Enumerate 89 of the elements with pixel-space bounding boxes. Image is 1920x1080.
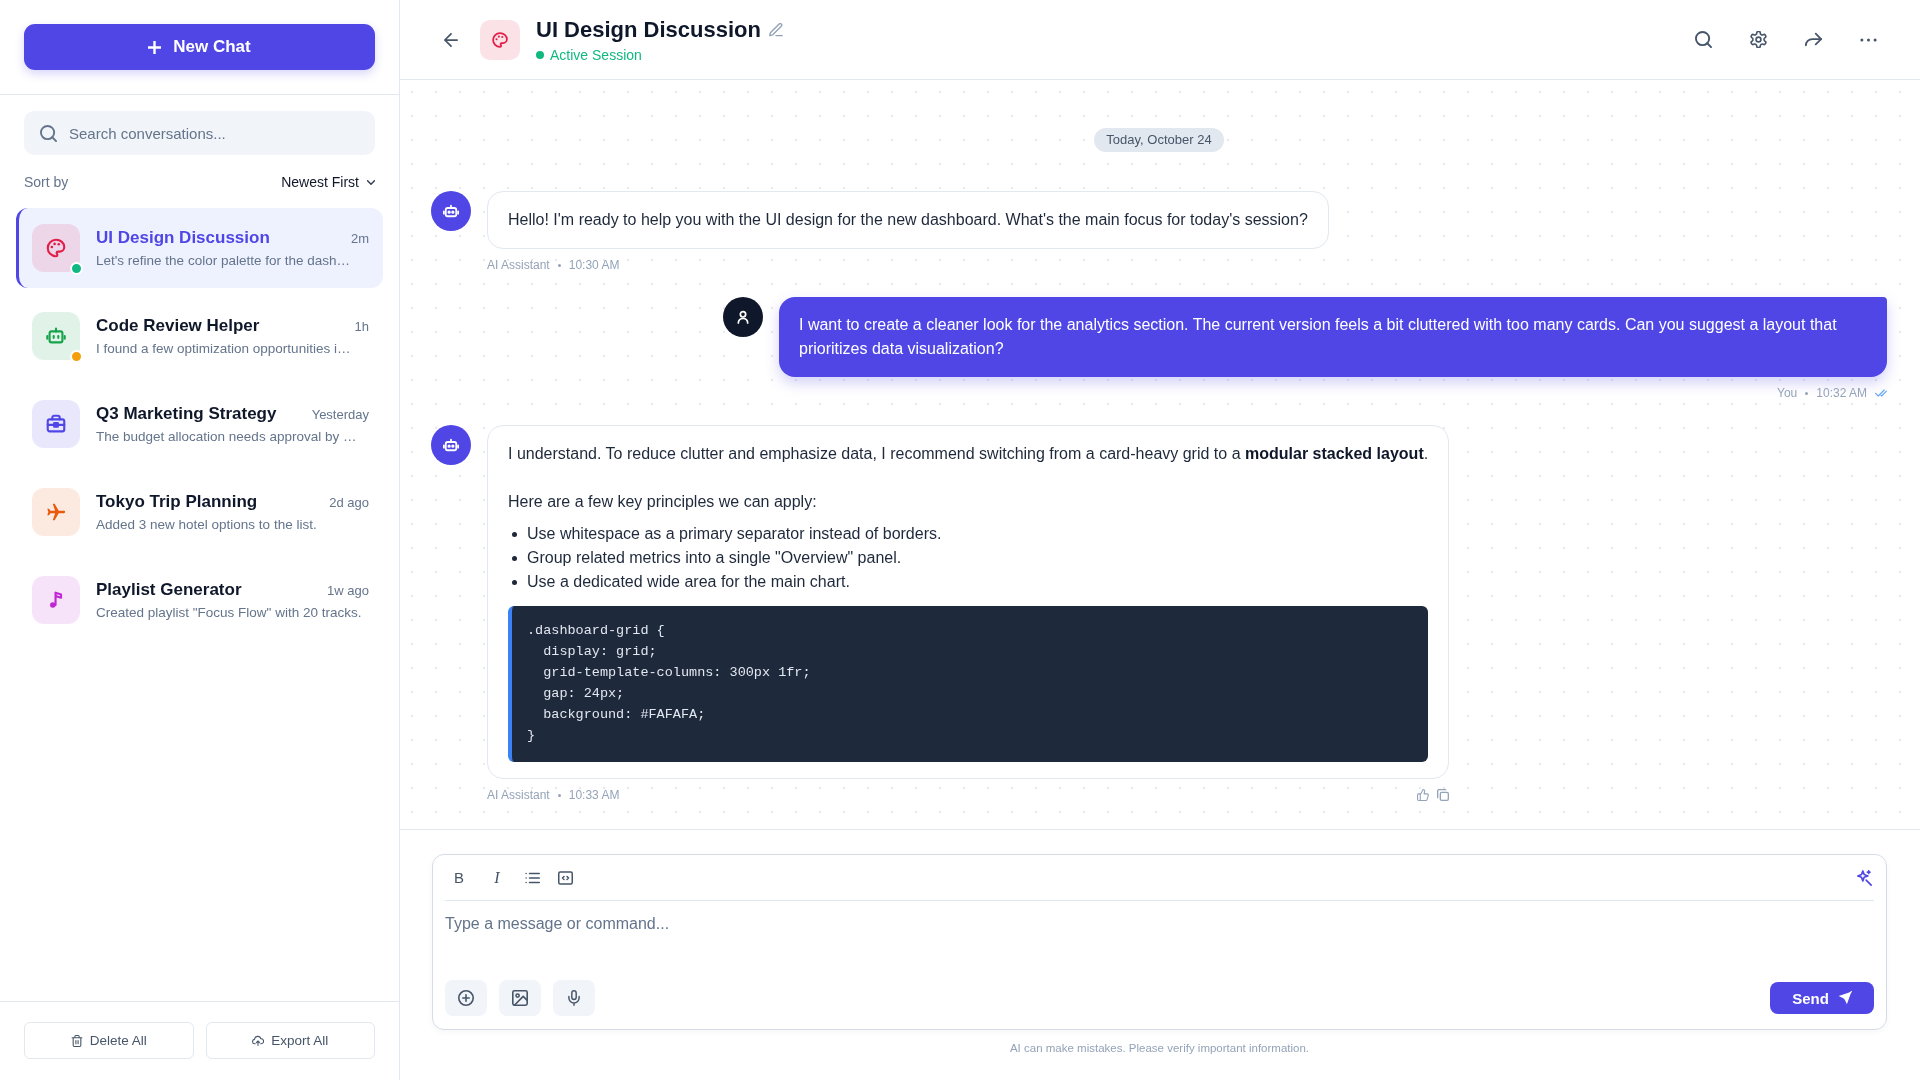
- bullet-icon: [512, 579, 517, 585]
- more-icon[interactable]: [1860, 37, 1877, 42]
- share-icon[interactable]: [1805, 31, 1822, 48]
- search-icon: [40, 124, 57, 142]
- search-icon[interactable]: [1695, 31, 1712, 48]
- briefcase-icon: [32, 400, 80, 448]
- message-composer[interactable]: B I Type a message or command... Send: [432, 854, 1887, 1030]
- sender-name: AI Assistant: [487, 258, 550, 272]
- conversation-preview: Let's refine the color palette for the dash…: [96, 253, 351, 268]
- code-icon[interactable]: [558, 870, 573, 885]
- airplane-icon: [32, 488, 80, 536]
- export-all-button[interactable]: Export All: [205, 1022, 375, 1059]
- send-button[interactable]: Send: [1770, 982, 1874, 1014]
- sparkle-icon[interactable]: [1857, 869, 1872, 886]
- palette-icon: [480, 19, 520, 60]
- disclaimer-text: AI can make mistakes. Please verify important information.: [1008, 1041, 1311, 1055]
- microphone-button[interactable]: [553, 980, 595, 1016]
- image-icon: [512, 990, 528, 1006]
- send-icon: [1837, 991, 1852, 1005]
- robot-icon: [32, 312, 80, 360]
- conversation-item[interactable]: Tokyo Trip Planning 2d ago Added 3 new hotel options to the list.: [16, 472, 383, 552]
- message-input[interactable]: Type a message or command...: [433, 901, 1886, 980]
- message-text: Hello! I'm ready to help you with the UI design for the new dashboard. What's the main focus for today's session?: [508, 210, 1308, 230]
- robot-avatar-icon: [431, 191, 471, 231]
- list-item-text: Use whitespace as a primary separator instead of borders.: [527, 524, 942, 544]
- back-arrow-icon[interactable]: [444, 32, 458, 47]
- sort-label: Sort by: [24, 174, 69, 190]
- delete-all-button[interactable]: Delete All: [24, 1022, 194, 1059]
- separator-dot-icon: [557, 793, 561, 797]
- copy-icon[interactable]: [1437, 789, 1450, 801]
- chevron-down-icon: [367, 179, 375, 185]
- new-chat-button[interactable]: New Chat: [24, 24, 375, 70]
- conversation-item[interactable]: Playlist Generator 1w ago Created playlist "Focus Flow" with 20 tracks.: [16, 560, 383, 640]
- conversation-time: 2m: [350, 231, 369, 246]
- robot-avatar-icon: [431, 425, 471, 465]
- conversation-preview: Created playlist "Focus Flow" with 20 tracks.: [96, 605, 363, 620]
- conversation-item[interactable]: Code Review Helper 1h I found a few optimization opportunities i…: [16, 296, 383, 376]
- list-item-text: Use a dedicated wide area for the main chart.: [527, 572, 850, 592]
- list-item-text: Group related metrics into a single "Overview" panel.: [527, 548, 902, 568]
- conversation-time: 1h: [354, 319, 369, 334]
- bullet-icon: [512, 531, 517, 537]
- image-button[interactable]: [499, 980, 541, 1016]
- bulleted-list-icon[interactable]: [525, 870, 540, 885]
- palette-icon: [32, 224, 80, 272]
- plus-icon: [148, 40, 162, 54]
- conversation-time: Yesterday: [311, 407, 369, 422]
- sender-name: You: [1777, 386, 1798, 400]
- conversation-title: Tokyo Trip Planning: [96, 492, 258, 512]
- message-time: 10:30 AM: [568, 258, 620, 272]
- bold-button[interactable]: B: [449, 865, 469, 890]
- code-block: .dashboard-grid { display: grid; grid-template-columns: 300px 1fr; gap: 24px; background: #FAFAFA; }: [508, 606, 1429, 762]
- conversation-title: UI Design Discussion: [96, 228, 270, 248]
- thumbs-up-icon[interactable]: [1417, 789, 1430, 801]
- conversation-item[interactable]: Q3 Marketing Strategy Yesterday The budget allocation needs approval by …: [16, 384, 383, 464]
- cloud-upload-icon: [252, 1034, 265, 1047]
- message-time: 10:33 AM: [568, 788, 620, 802]
- separator-dot-icon: [557, 263, 561, 267]
- search-field[interactable]: Search conversations...: [24, 111, 375, 155]
- plus-circle-icon: [458, 990, 474, 1006]
- message-text: I want to create a cleaner look for the analytics section. The current version feels a bit cluttered with too many cards. Can you suggest a layout that prioritizes data visualization?: [799, 315, 1838, 359]
- music-note-icon: [32, 576, 80, 624]
- conversation-title: Playlist Generator: [96, 580, 242, 600]
- date-label: Today, October 24: [1094, 128, 1224, 152]
- search-input[interactable]: Search conversations...: [69, 124, 359, 142]
- conversation-preview: I found a few optimization opportunities i…: [96, 341, 352, 356]
- status-dot-icon: [536, 50, 544, 59]
- message-text: I understand. To reduce clutter and emphasize data, I recommend switching from a card-heavy grid to a modular stacked layout.: [508, 444, 1429, 464]
- sender-name: AI Assistant: [487, 788, 550, 802]
- add-button[interactable]: [445, 980, 487, 1016]
- microphone-icon: [566, 990, 582, 1006]
- separator-dot-icon: [1805, 391, 1809, 395]
- italic-button[interactable]: I: [487, 865, 507, 890]
- message-time: 10:32 AM: [1816, 386, 1867, 400]
- sort-dropdown[interactable]: Newest First: [281, 174, 375, 190]
- conversation-preview: The budget allocation needs approval by …: [96, 429, 358, 444]
- conversation-time: 2d ago: [329, 495, 369, 510]
- chat-title: UI Design Discussion: [536, 16, 761, 43]
- conversation-title: Code Review Helper: [96, 316, 260, 336]
- trash-icon: [70, 1034, 83, 1047]
- conversation-title: Q3 Marketing Strategy: [96, 404, 277, 424]
- conversation-item[interactable]: UI Design Discussion 2m Let's refine the color palette for the dash…: [16, 208, 383, 288]
- pencil-icon[interactable]: [768, 22, 783, 37]
- settings-icon[interactable]: [1750, 31, 1767, 48]
- session-status: Active Session: [550, 46, 642, 63]
- conversation-time: 1w ago: [327, 583, 369, 598]
- conversation-preview: Added 3 new hotel options to the list.: [96, 517, 318, 532]
- message-text: Here are a few key principles we can apply:: [508, 492, 818, 512]
- bullet-icon: [512, 555, 517, 561]
- user-avatar-icon: [723, 297, 763, 337]
